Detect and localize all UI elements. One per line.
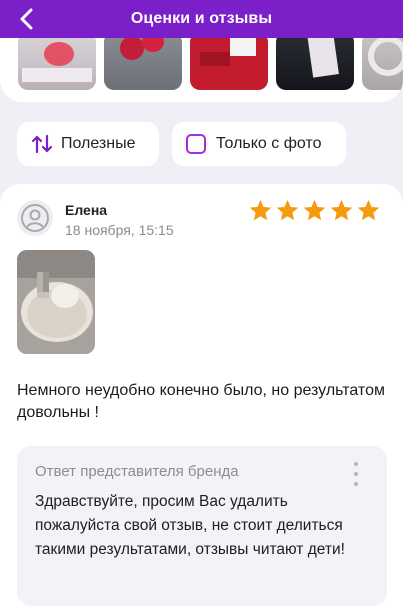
page-title: Оценки и отзывы [130,10,273,27]
star-icon [303,199,326,221]
star-rating [248,198,381,223]
sort-arrows-icon [31,134,53,154]
chevron-left-icon [20,8,33,30]
brand-reply-text: Здравствуйте, просим Вас удалить пожалуй… [35,493,345,558]
review-card: Елена 18 ноября, 15:15 Немного неудобно … [0,184,403,614]
review-photo[interactable] [17,250,95,354]
star-icon [249,199,272,221]
only-with-photo-label: Только с фото [216,135,322,152]
review-date: 18 ноября, 15:15 [65,222,174,238]
review-text: Немного неудобно конечно было, но резуль… [17,382,385,421]
sort-useful-button[interactable]: Полезные [17,122,159,166]
media-thumbnail[interactable] [190,38,268,90]
media-thumbnail[interactable] [362,38,403,90]
user-icon [21,204,49,232]
review-photo-image [17,250,95,354]
media-thumbnail-strip[interactable] [0,38,403,102]
avatar [17,200,53,236]
review-filters: Полезные Только с фото [0,120,403,168]
star-icon [330,199,353,221]
star-icon [357,199,380,221]
checkbox-icon[interactable] [186,134,206,154]
media-thumbnail[interactable] [18,38,96,90]
media-thumbnail[interactable] [104,38,182,90]
brand-reply-title: Ответ представителя бренда [35,463,239,480]
app-header: Оценки и отзывы [0,0,403,38]
sort-useful-label: Полезные [61,135,136,152]
brand-reply: Ответ представителя бренда Здравствуйте,… [17,446,387,606]
more-options-icon[interactable] [351,462,361,486]
star-icon [276,199,299,221]
review-author: Елена [65,202,108,218]
back-button[interactable] [12,4,42,34]
media-thumbnail[interactable] [276,38,354,90]
only-with-photo-toggle[interactable]: Только с фото [172,122,346,166]
